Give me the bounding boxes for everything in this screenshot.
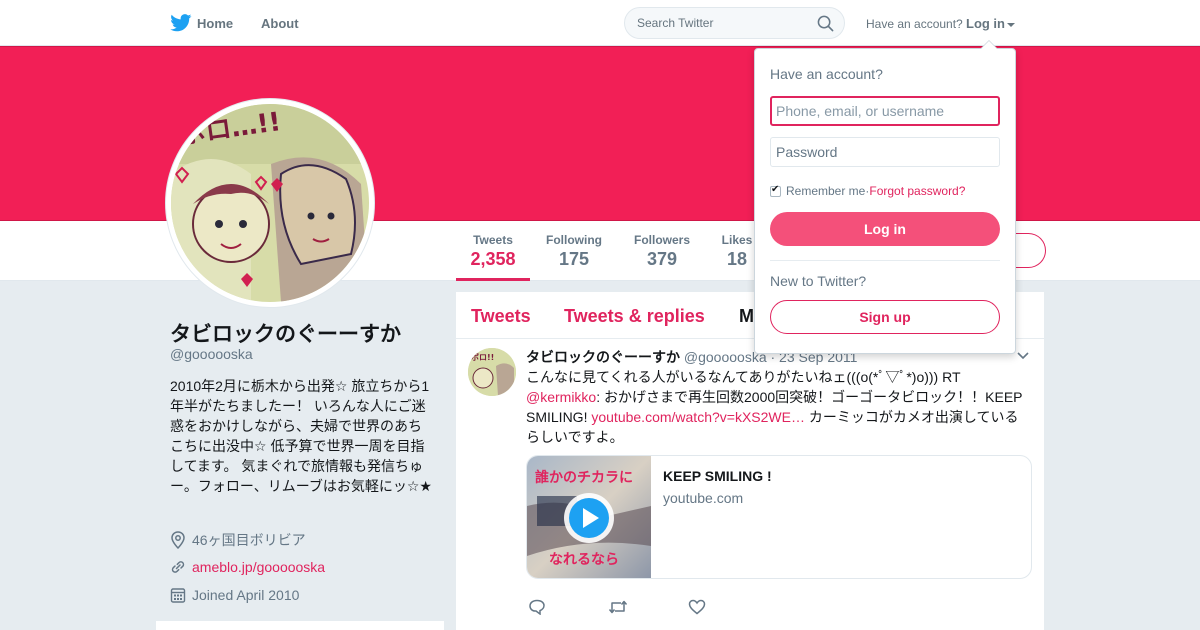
chevron-down-icon[interactable]	[1016, 351, 1030, 361]
caret-down-icon	[1007, 22, 1015, 27]
tweet-mention-link[interactable]: @kermikko	[526, 389, 596, 405]
stat-value: 2,358	[470, 249, 516, 269]
tweet-text-part: こんなに見てくれる人がいるなんてありがたいねェ(((o(*ﾟ▽ﾟ*)o))) R…	[526, 369, 961, 385]
thumb-caption-top: 誰かのチカラに	[535, 469, 633, 486]
svg-text:ボロ!!: ボロ!!	[471, 352, 494, 362]
have-account-text: Have an account?	[866, 17, 963, 31]
stat-value: 18	[726, 249, 748, 269]
stat-followers[interactable]: Followers 379	[630, 233, 694, 270]
signup-button[interactable]: Sign up	[770, 300, 1000, 334]
thumb-caption-bottom: なれるなら	[549, 552, 619, 568]
dropdown-divider	[770, 260, 1000, 261]
remember-me-label[interactable]: Remember me	[786, 184, 865, 198]
card-title: KEEP SMILING !	[663, 468, 772, 484]
search-icon[interactable]	[817, 15, 834, 32]
forgot-password-link[interactable]: Forgot password?	[869, 184, 965, 198]
stat-likes[interactable]: Likes 18	[718, 233, 756, 270]
tweet-avatar-image: ボロ!!	[468, 348, 516, 396]
twitter-bird-icon[interactable]	[170, 14, 192, 32]
tab-tweets[interactable]: Tweets	[471, 306, 531, 327]
nav-home-link[interactable]: Home	[197, 16, 233, 31]
profile-url: ameblo.jp/goooooska	[170, 558, 325, 576]
calendar-icon	[170, 588, 186, 603]
play-icon[interactable]	[564, 493, 614, 543]
stat-label: Followers	[633, 233, 690, 247]
remember-me-checkbox[interactable]	[770, 184, 781, 197]
left-sidebar-card	[156, 621, 444, 630]
stat-label: Following	[546, 233, 602, 247]
tab-media[interactable]: M	[739, 306, 754, 327]
username-field[interactable]	[770, 96, 1000, 126]
tweet-author-name[interactable]: タビロックのぐーーすか	[526, 349, 680, 365]
reply-icon[interactable]	[528, 599, 546, 615]
search-input[interactable]	[637, 16, 807, 30]
tweet-text: こんなに見てくれる人がいるなんてありがたいねェ(((o(*ﾟ▽ﾟ*)o))) R…	[526, 367, 1026, 447]
login-button[interactable]: Log in	[770, 212, 1000, 246]
dropdown-title: Have an account?	[770, 66, 883, 82]
search-box[interactable]	[624, 7, 845, 39]
profile-bio: 2010年2月に栃木から出発☆ 旅立ちから1年半がたちましたー！ いろんな人にご…	[170, 378, 432, 494]
top-navigation: Home About Have an account? Log in	[0, 0, 1200, 46]
login-dropdown-toggle[interactable]: Log in	[966, 16, 1015, 31]
joined-text: Joined April 2010	[192, 587, 300, 603]
tweet-item[interactable]: ボロ!! タビロックのぐーーすか @goooooska · 23 Sep 201…	[456, 339, 1044, 630]
link-preview-card[interactable]: 誰かのチカラに なれるなら KEEP SMILING ! youtube.com	[526, 455, 1032, 579]
remember-row: Remember me · Forgot password?	[770, 184, 965, 198]
nav-about-link[interactable]: About	[261, 16, 299, 31]
tab-tweets-replies[interactable]: Tweets & replies	[564, 306, 705, 327]
stat-following[interactable]: Following 175	[542, 233, 606, 270]
profile-joined: Joined April 2010	[170, 586, 299, 604]
avatar-drawing-image: ボロ…!!	[171, 104, 369, 302]
profile-avatar[interactable]: ボロ…!!	[165, 98, 375, 308]
retweet-icon[interactable]	[608, 599, 628, 615]
profile-name: タビロックのぐーーすか	[170, 323, 401, 346]
tweet-url-link[interactable]: youtube.com/watch?v=kXS2WE…	[591, 409, 805, 425]
profile-handle: @goooooska	[170, 346, 253, 362]
stat-label: Likes	[721, 233, 753, 247]
location-text: 46ヶ国目ボリビア	[192, 532, 306, 548]
like-heart-icon[interactable]	[688, 599, 706, 615]
active-stat-underline	[456, 278, 530, 281]
profile-website-link[interactable]: ameblo.jp/goooooska	[192, 559, 325, 575]
stat-tweets[interactable]: Tweets 2,358	[464, 233, 522, 270]
location-pin-icon	[171, 531, 185, 549]
new-to-twitter-text: New to Twitter?	[770, 273, 867, 289]
stat-value: 175	[558, 249, 590, 269]
link-icon	[171, 561, 185, 573]
profile-location: 46ヶ国目ボリビア	[170, 530, 306, 550]
tweet-avatar[interactable]: ボロ!!	[468, 348, 516, 396]
stat-label: Tweets	[473, 233, 513, 247]
video-thumbnail[interactable]: 誰かのチカラに なれるなら	[527, 456, 651, 578]
stat-value: 379	[646, 249, 678, 269]
login-dropdown: Have an account? Remember me · Forgot pa…	[754, 40, 1016, 354]
login-link-label: Log in	[966, 16, 1005, 31]
card-domain: youtube.com	[663, 490, 744, 506]
password-field[interactable]	[770, 137, 1000, 167]
